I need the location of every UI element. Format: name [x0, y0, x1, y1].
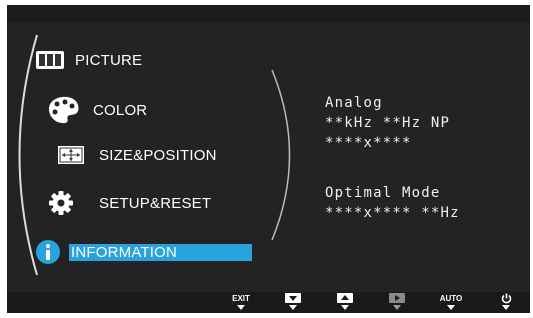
size-position-icon [58, 146, 84, 164]
information-panel: Analog **kHz **Hz NP ****x**** Optimal M… [325, 93, 460, 223]
info-icon [36, 240, 60, 264]
optimal-mode-value: ****x**** **Hz [325, 205, 460, 221]
optimal-mode-title: Optimal Mode [325, 185, 441, 201]
up-arrow-icon [337, 293, 353, 303]
menu-item-label: PICTURE [75, 51, 143, 69]
button-pointer-icon [237, 305, 245, 310]
menu-item-label: INFORMATION [71, 243, 178, 261]
osd-menu-window: PICTURE COLOR SIZE&POSITION SETUP&RESET … [7, 5, 530, 313]
menu-item-information[interactable]: INFORMATION [35, 239, 177, 265]
enter-button[interactable] [383, 292, 411, 313]
menu-item-color[interactable]: COLOR [45, 95, 147, 125]
down-button[interactable] [279, 292, 307, 313]
button-pointer-icon [393, 305, 401, 310]
button-pointer-icon [289, 305, 297, 310]
menu-item-label: SETUP&RESET [99, 194, 212, 212]
frequency-readout: **kHz **Hz NP [325, 115, 451, 131]
gear-icon [49, 191, 73, 215]
power-button[interactable] [492, 292, 520, 313]
menu-item-picture[interactable]: PICTURE [35, 50, 142, 70]
palette-icon [49, 96, 79, 124]
menu-item-label: SIZE&POSITION [99, 146, 217, 164]
auto-label: AUTO [439, 293, 463, 303]
picture-icon [36, 51, 64, 69]
power-icon [501, 293, 511, 303]
exit-button[interactable]: EXIT [227, 292, 255, 313]
button-guide-bar: EXIT AUTO [7, 292, 530, 313]
right-arrow-icon [389, 293, 405, 303]
exit-label: EXIT [232, 293, 250, 303]
button-pointer-icon [502, 305, 510, 310]
resolution-readout: ****x**** [325, 135, 412, 151]
signal-type: Analog [325, 95, 383, 111]
menu-item-label: COLOR [93, 101, 148, 119]
button-pointer-icon [447, 305, 455, 310]
up-button[interactable] [331, 292, 359, 313]
auto-button[interactable]: AUTO [437, 292, 465, 313]
menu-item-setup-reset[interactable]: SETUP&RESET [47, 190, 211, 216]
menu-item-size-position[interactable]: SIZE&POSITION [57, 145, 217, 165]
button-pointer-icon [341, 305, 349, 310]
down-arrow-icon [285, 293, 301, 303]
